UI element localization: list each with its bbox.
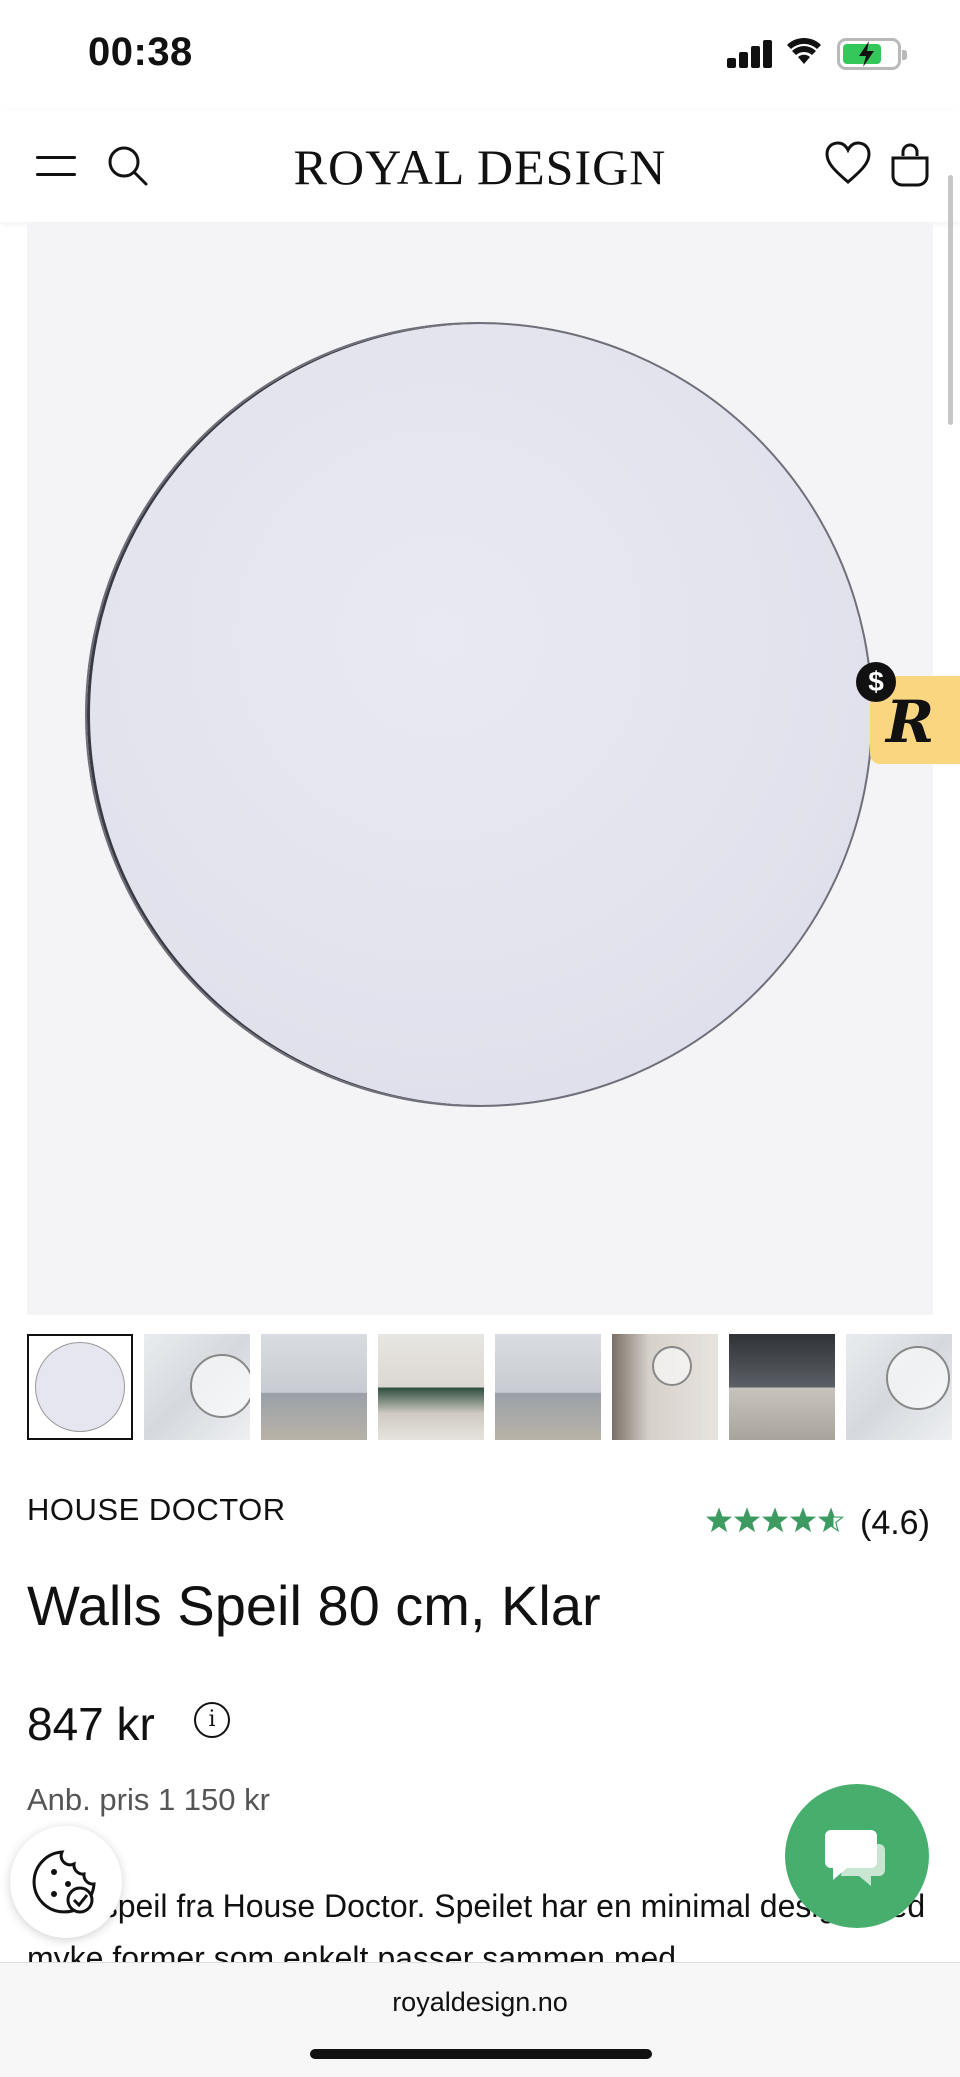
brand-logo[interactable]: ROYAL DESIGN <box>0 138 960 196</box>
status-bar: 00:38 <box>0 0 960 110</box>
star-icon <box>817 1507 845 1533</box>
cellular-signal-icon <box>727 38 773 68</box>
thumbnail-7[interactable] <box>729 1334 835 1440</box>
price-info-icon[interactable]: i <box>194 1702 230 1738</box>
chat-button[interactable] <box>785 1784 929 1928</box>
thumbnail-5[interactable] <box>495 1334 601 1440</box>
thumbnail-2[interactable] <box>144 1334 250 1440</box>
thumbnail-3[interactable] <box>261 1334 367 1440</box>
wifi-icon <box>787 37 821 64</box>
rating-value: (4.6) <box>860 1504 930 1542</box>
thumbnail-8[interactable] <box>846 1334 952 1440</box>
thumbnail-6[interactable] <box>612 1334 718 1440</box>
dollar-icon: $ <box>856 662 896 702</box>
star-icon <box>761 1507 789 1533</box>
cookie-icon <box>32 1850 96 1914</box>
product-image[interactable] <box>27 222 933 1315</box>
product-price: 847 kr <box>27 1698 155 1750</box>
cookie-settings-button[interactable] <box>10 1826 122 1938</box>
product-title: Walls Speil 80 cm, Klar <box>27 1574 601 1637</box>
thumbnail-strip[interactable] <box>27 1334 960 1442</box>
home-indicator[interactable] <box>310 2049 652 2059</box>
rating-stars-icon <box>706 1507 845 1533</box>
star-icon <box>706 1507 733 1533</box>
site-header: ROYAL DESIGN <box>0 110 960 222</box>
star-icon <box>789 1507 817 1533</box>
rewards-logo-icon: R <box>886 688 935 756</box>
chat-icon <box>825 1830 885 1886</box>
recommended-price: Anb. pris 1 150 kr <box>27 1782 270 1817</box>
battery-icon <box>837 38 907 70</box>
status-time: 00:38 <box>88 30 193 74</box>
thumbnail-1[interactable] <box>27 1334 133 1440</box>
round-mirror-image <box>85 322 873 1107</box>
product-brand[interactable]: HOUSE DOCTOR <box>27 1492 286 1528</box>
star-icon <box>733 1507 761 1533</box>
browser-url-bar[interactable]: royaldesign.no <box>0 1962 960 2077</box>
thumbnail-4[interactable] <box>378 1334 484 1440</box>
scrollbar[interactable] <box>948 175 953 425</box>
url-text[interactable]: royaldesign.no <box>0 1987 960 2018</box>
heart-icon[interactable] <box>824 140 872 186</box>
shopping-bag-icon[interactable] <box>888 140 932 188</box>
